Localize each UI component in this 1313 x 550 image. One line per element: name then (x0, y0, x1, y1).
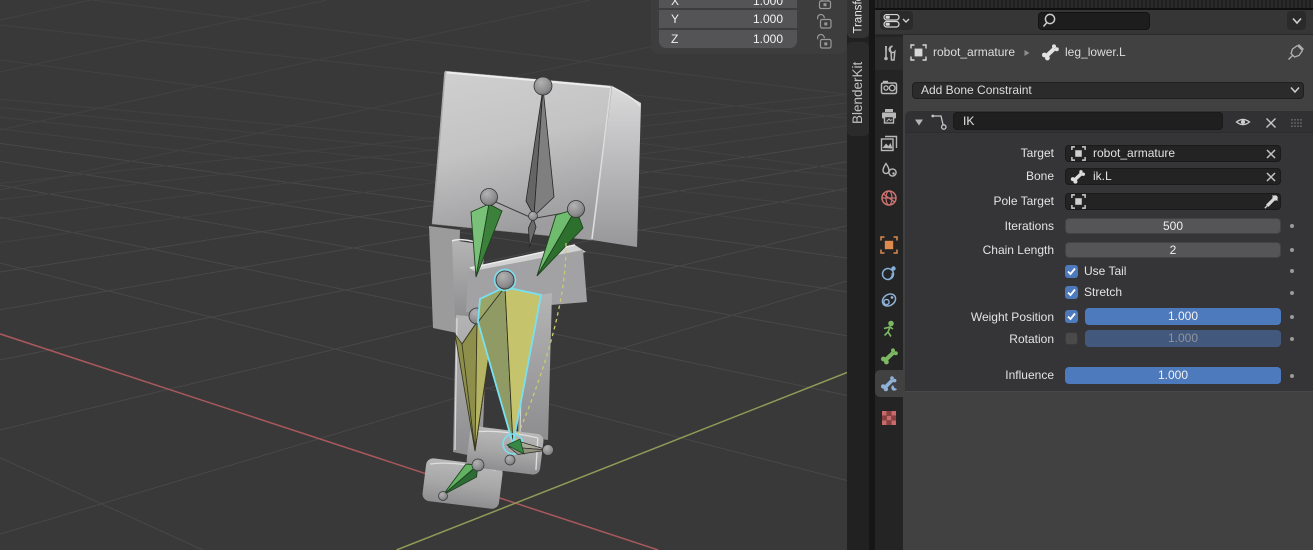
svg-text:BlenderKit: BlenderKit (850, 61, 865, 124)
svg-text:Transform: Transform (853, 0, 865, 34)
